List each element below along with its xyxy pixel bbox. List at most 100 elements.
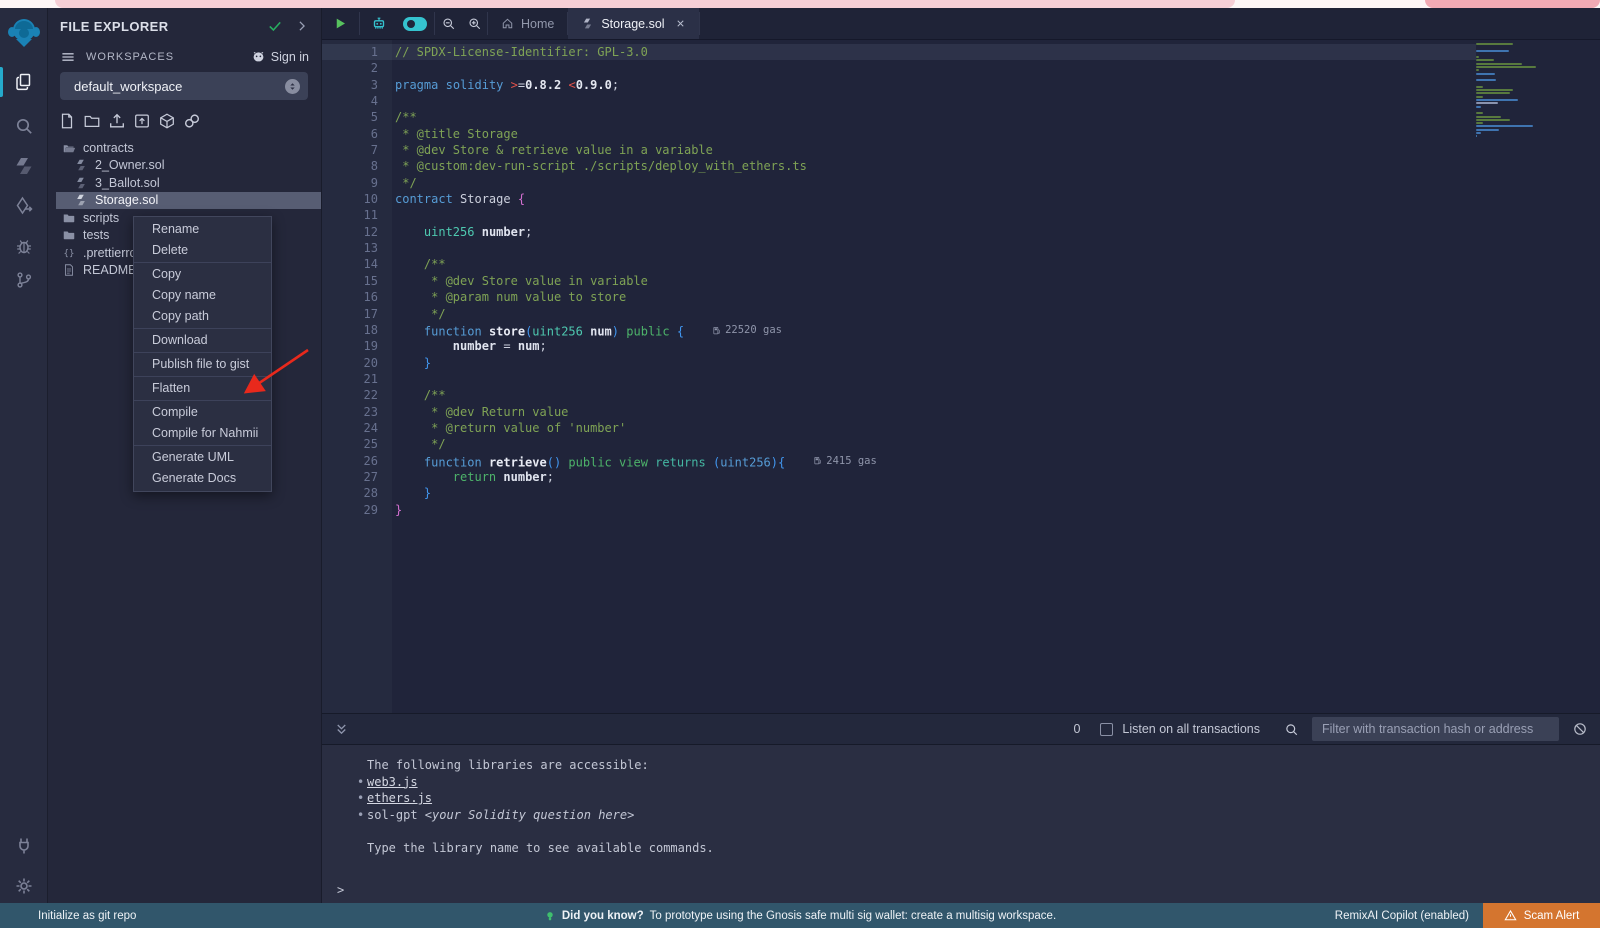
tab-storage-sol[interactable]: Storage.sol — [568, 8, 698, 39]
context-menu-item-copy-path[interactable]: Copy path — [134, 306, 271, 327]
tree-item-2-owner-sol[interactable]: 2_Owner.sol — [48, 157, 321, 175]
code-token — [395, 325, 424, 339]
remix-logo-icon[interactable] — [7, 16, 41, 50]
code-line-text: * @dev Store value in variable — [392, 273, 648, 289]
line-number: 17 — [322, 306, 392, 322]
ai-copilot-button[interactable] — [362, 8, 396, 39]
ipfs-cube-icon[interactable] — [158, 112, 176, 130]
code-line-text: * @return value of 'number' — [392, 420, 626, 436]
sidebar-item-solidity-compiler[interactable] — [0, 148, 48, 184]
warning-icon — [1504, 909, 1517, 922]
code-token: function — [424, 325, 482, 339]
context-menu-item-compile[interactable]: Compile — [134, 402, 271, 423]
link-icon[interactable] — [183, 112, 201, 130]
minimap-line — [1476, 50, 1509, 52]
code-line-18: 18 function store(uint256 num) public {2… — [322, 322, 1476, 338]
editor-minimap[interactable] — [1476, 43, 1546, 139]
context-menu-item-rename[interactable]: Rename — [134, 219, 271, 240]
tree-item-3-ballot-sol[interactable]: 3_Ballot.sol — [48, 174, 321, 192]
line-number: 14 — [322, 256, 392, 272]
terminal-link[interactable]: web3.js — [367, 775, 418, 789]
context-menu-item-generate-uml[interactable]: Generate UML — [134, 447, 271, 468]
minimap-line — [1476, 46, 1546, 48]
context-menu-item-delete[interactable]: Delete — [134, 240, 271, 261]
code-editor[interactable]: 1// SPDX-License-Identifier: GPL-3.023pr… — [322, 40, 1600, 713]
minimap-line — [1476, 86, 1483, 88]
debugger-icon — [14, 236, 34, 256]
git-init-status-item[interactable]: Initialize as git repo — [0, 910, 136, 922]
tab-home[interactable]: Home — [488, 8, 567, 39]
context-menu-item-flatten[interactable]: Flatten — [134, 378, 271, 399]
terminal-line: •web3.js — [322, 774, 1600, 791]
browser-top-strip — [0, 0, 1600, 8]
zoom-in-button[interactable] — [461, 8, 487, 39]
context-menu-item-download[interactable]: Download — [134, 330, 271, 351]
scam-alert-button[interactable]: Scam Alert — [1483, 903, 1600, 928]
listen-transactions-checkbox[interactable] — [1100, 723, 1113, 736]
sidebar-item-plugin-manager[interactable] — [0, 828, 48, 864]
code-token: view — [619, 455, 648, 469]
sidebar-item-source-control[interactable] — [0, 262, 48, 298]
code-token: uint256 — [532, 325, 583, 339]
terminal-collapse-icon[interactable] — [334, 722, 349, 737]
context-menu-item-generate-docs[interactable]: Generate Docs — [134, 468, 271, 489]
minimap-line — [1476, 122, 1483, 124]
zoom-out-icon — [441, 16, 456, 31]
sidebar-item-debugger[interactable] — [0, 228, 48, 264]
copilot-toggle[interactable] — [396, 8, 434, 39]
home-icon — [501, 17, 514, 30]
plugin-manager-icon — [14, 836, 34, 856]
code-line-16: 16 * @param num value to store — [322, 289, 1476, 305]
tree-item-contracts[interactable]: contracts — [48, 139, 321, 157]
upload-file-icon[interactable] — [108, 112, 126, 130]
sidebar-item-search[interactable] — [0, 108, 48, 144]
close-tab-icon[interactable] — [675, 18, 686, 29]
code-token: /** — [395, 110, 417, 124]
minimap-line — [1476, 56, 1479, 58]
sidebar-item-file-explorer[interactable] — [0, 64, 48, 100]
code-token: * @param num value to store — [395, 290, 626, 304]
github-sign-in-button[interactable]: Sign in — [251, 50, 309, 65]
new-folder-icon[interactable] — [83, 112, 101, 130]
workspaces-menu-icon[interactable] — [60, 49, 76, 65]
tree-item-label: contracts — [83, 141, 134, 155]
new-file-icon[interactable] — [58, 112, 76, 130]
sidebar-item-deploy-run[interactable] — [0, 188, 48, 224]
copilot-status-item[interactable]: RemixAI Copilot (enabled) — [1335, 910, 1469, 922]
clear-console-icon[interactable] — [1572, 721, 1588, 737]
zoom-out-button[interactable] — [435, 8, 461, 39]
code-token — [438, 78, 445, 92]
terminal-output[interactable]: The following libraries are accessible:•… — [322, 745, 1600, 903]
code-line-text: */ — [392, 306, 446, 322]
context-menu-item-compile-for-nahmii[interactable]: Compile for Nahmii — [134, 423, 271, 444]
line-number: 20 — [322, 355, 392, 371]
code-token: retrieve — [489, 455, 547, 469]
context-menu-item-copy[interactable]: Copy — [134, 264, 271, 285]
context-menu-divider — [134, 328, 271, 329]
code-line-4: 4 — [322, 93, 1476, 109]
sidebar-item-settings[interactable] — [0, 868, 48, 904]
status-bar-right: RemixAI Copilot (enabled) Scam Alert — [1335, 903, 1600, 928]
context-menu-item-publish-file-to-gist[interactable]: Publish file to gist — [134, 354, 271, 375]
context-menu-item-copy-name[interactable]: Copy name — [134, 285, 271, 306]
chevron-right-icon[interactable] — [295, 19, 309, 33]
terminal-text: Type the library name to see available c… — [367, 841, 714, 855]
transaction-filter-input[interactable] — [1312, 717, 1559, 741]
code-line-23: 23 * @dev Return value — [322, 404, 1476, 420]
terminal-link[interactable]: ethers.js — [367, 791, 432, 805]
listen-transactions-label: Listen on all transactions — [1122, 722, 1260, 736]
code-token: public — [568, 455, 611, 469]
upload-folder-icon[interactable] — [133, 112, 151, 130]
code-line-text: return number; — [392, 469, 554, 485]
code-token: } — [424, 486, 431, 500]
terminal-prompt[interactable]: > — [322, 882, 1600, 898]
panel-title: FILE EXPLORER — [60, 19, 267, 34]
minimap-line — [1476, 69, 1479, 71]
workspace-selector[interactable]: default_workspace — [60, 72, 308, 100]
terminal-search-icon[interactable] — [1284, 722, 1299, 737]
run-script-button[interactable] — [322, 8, 359, 39]
line-number: 27 — [322, 469, 392, 485]
code-token: num — [590, 325, 612, 339]
line-number: 19 — [322, 338, 392, 354]
tree-item-storage-sol[interactable]: Storage.sol — [48, 192, 321, 210]
